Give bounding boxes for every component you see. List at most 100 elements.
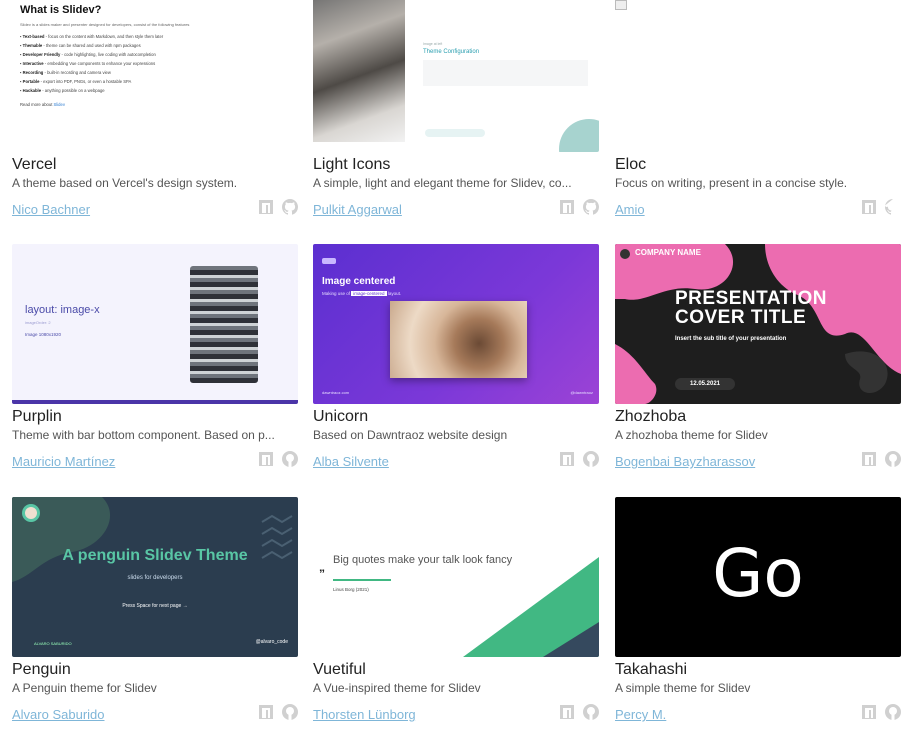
github-icon[interactable]: [583, 199, 599, 215]
preview-heading: What is Slidev?: [20, 4, 102, 16]
theme-author-link[interactable]: Percy M.: [615, 707, 666, 722]
theme-preview[interactable]: A penguin Slidev Theme slides for develo…: [12, 497, 298, 657]
npm-icon[interactable]: [258, 199, 274, 215]
preview-order: imageOrder: 2: [25, 320, 51, 325]
theme-links: [861, 704, 901, 720]
preview-building-image: [190, 266, 258, 383]
theme-name: Zhozhoba: [615, 408, 687, 425]
theme-name: Penguin: [12, 661, 71, 678]
theme-card: Image at left Theme Configuration Light …: [313, 0, 599, 217]
theme-card: What is Slidev? Slidev is a slides maker…: [12, 0, 298, 217]
github-icon[interactable]: [885, 451, 901, 467]
github-icon[interactable]: [885, 199, 901, 215]
preview-size: Image 1080x1920: [25, 332, 62, 337]
preview-bottom-bar: [12, 400, 298, 404]
theme-preview[interactable]: [615, 0, 901, 152]
preview-read-more: Read more about Slidev: [20, 102, 65, 107]
theme-links: [258, 199, 298, 215]
theme-name: Vercel: [12, 156, 57, 173]
preview-list-item: ▪ Themable - theme can be shared and use…: [20, 43, 141, 48]
theme-description: A simple, light and elegant theme for Sl…: [313, 176, 572, 190]
preview-list-item: ▪ Portable - export into PDF, PNGs, or e…: [20, 79, 132, 84]
preview-mountain-image: [313, 0, 405, 142]
preview-subtitle: slides for developers: [127, 575, 183, 581]
theme-card: A penguin Slidev Theme slides for develo…: [12, 497, 298, 722]
preview-footer-right: @dawntraoz: [570, 390, 593, 395]
theme-preview[interactable]: COMPANY NAME PRESENTATION COVER TITLE In…: [615, 244, 901, 404]
preview-heading: A penguin Slidev Theme: [62, 547, 248, 564]
npm-icon[interactable]: [258, 451, 274, 467]
github-icon[interactable]: [282, 199, 298, 215]
theme-author-link[interactable]: Alba Silvente: [313, 454, 389, 469]
theme-card: ” Big quotes make your talk look fancy L…: [313, 497, 599, 722]
preview-title-line-1: PRESENTATION: [675, 288, 828, 309]
preview-footer-left: dawntraoz.com: [322, 390, 350, 395]
theme-author-link[interactable]: Alvaro Saburido: [12, 707, 105, 722]
npm-icon[interactable]: [861, 199, 877, 215]
theme-preview[interactable]: Image at left Theme Configuration: [313, 0, 599, 152]
preview-code-block: [423, 60, 588, 86]
preview-date: 12.05.2021: [675, 378, 735, 390]
preview-intro: Slidev is a slides maker and presenter d…: [20, 22, 190, 27]
theme-name: Vuetiful: [313, 661, 366, 678]
preview-company: COMPANY NAME: [635, 248, 701, 257]
theme-preview[interactable]: layout: image-x imageOrder: 2 Image 1080…: [12, 244, 298, 404]
github-icon[interactable]: [282, 704, 298, 720]
npm-icon[interactable]: [861, 704, 877, 720]
theme-card: layout: image-x imageOrder: 2 Image 1080…: [12, 244, 298, 469]
broken-image-icon: [615, 0, 627, 10]
npm-icon[interactable]: [559, 199, 575, 215]
github-icon[interactable]: [583, 451, 599, 467]
preview-quote-author: Linus Borg (2021): [333, 587, 369, 592]
preview-press-hint: Press Space for next page →: [122, 603, 188, 609]
npm-icon[interactable]: [258, 704, 274, 720]
theme-links: [861, 199, 901, 215]
preview-subtitle: Insert the sub title of your presentatio…: [675, 336, 787, 342]
theme-name: Purplin: [12, 408, 62, 425]
preview-list-item: ▪ Developer Friendly - code highlighting…: [20, 52, 156, 57]
preview-list-item: ▪ Hackable - anything possible on a webp…: [20, 88, 105, 93]
npm-icon[interactable]: [559, 704, 575, 720]
preview-list-item: ▪ Recording - built-in recording and cam…: [20, 70, 111, 75]
theme-links: [258, 451, 298, 467]
theme-author-link[interactable]: Amio: [615, 202, 645, 217]
theme-links: [559, 199, 599, 215]
theme-preview[interactable]: Image centered Making use of image-cente…: [313, 244, 599, 404]
preview-list-item: ▪ Interactive - embedding Vue components…: [20, 61, 156, 66]
theme-description: A theme based on Vercel's design system.: [12, 176, 238, 190]
preview-label: Image at left: [423, 42, 443, 46]
preview-word: Go: [712, 535, 804, 612]
preview-pill: [425, 129, 485, 137]
theme-preview[interactable]: ” Big quotes make your talk look fancy L…: [313, 497, 599, 657]
preview-list-item: ▪ Text-based - focus on the content with…: [20, 34, 164, 39]
preview-diagonal-shapes: [463, 557, 599, 657]
quote-icon: ”: [319, 567, 325, 581]
theme-author-link[interactable]: Nico Bachner: [12, 202, 90, 217]
theme-name: Light Icons: [313, 156, 391, 173]
theme-description: A Penguin theme for Slidev: [12, 681, 157, 695]
theme-name: Eloc: [615, 156, 647, 173]
theme-author-link[interactable]: Mauricio Martínez: [12, 454, 115, 469]
preview-heading: layout: image-x: [25, 304, 100, 316]
theme-author-link[interactable]: Pulkit Aggarwal: [313, 202, 402, 217]
theme-preview[interactable]: What is Slidev? Slidev is a slides maker…: [12, 0, 298, 152]
preview-footer-left: ALVARO SABURIDO: [34, 641, 72, 646]
unicorn-logo-icon: [322, 258, 336, 264]
preview-heading: Image centered: [322, 276, 396, 287]
theme-author-link[interactable]: Bogenbai Bayzharassov: [615, 454, 755, 469]
preview-footer-right: @alvaro_code: [255, 639, 288, 645]
theme-author-link[interactable]: Thorsten Lünborg: [313, 707, 416, 722]
npm-icon[interactable]: [861, 451, 877, 467]
theme-name: Takahashi: [615, 661, 688, 678]
theme-card: Eloc Focus on writing, present in a conc…: [615, 0, 901, 217]
github-icon[interactable]: [282, 451, 298, 467]
preview-title-line-2: COVER TITLE: [675, 307, 807, 328]
theme-preview[interactable]: Go: [615, 497, 901, 657]
github-icon[interactable]: [885, 704, 901, 720]
theme-description: A zhozhoba theme for Slidev: [615, 428, 768, 442]
theme-description: Focus on writing, present in a concise s…: [615, 176, 848, 190]
theme-description: Based on Dawntraoz website design: [313, 428, 508, 442]
github-icon[interactable]: [583, 704, 599, 720]
preview-subtitle: Making use of image-centered layout.: [322, 291, 402, 296]
npm-icon[interactable]: [559, 451, 575, 467]
